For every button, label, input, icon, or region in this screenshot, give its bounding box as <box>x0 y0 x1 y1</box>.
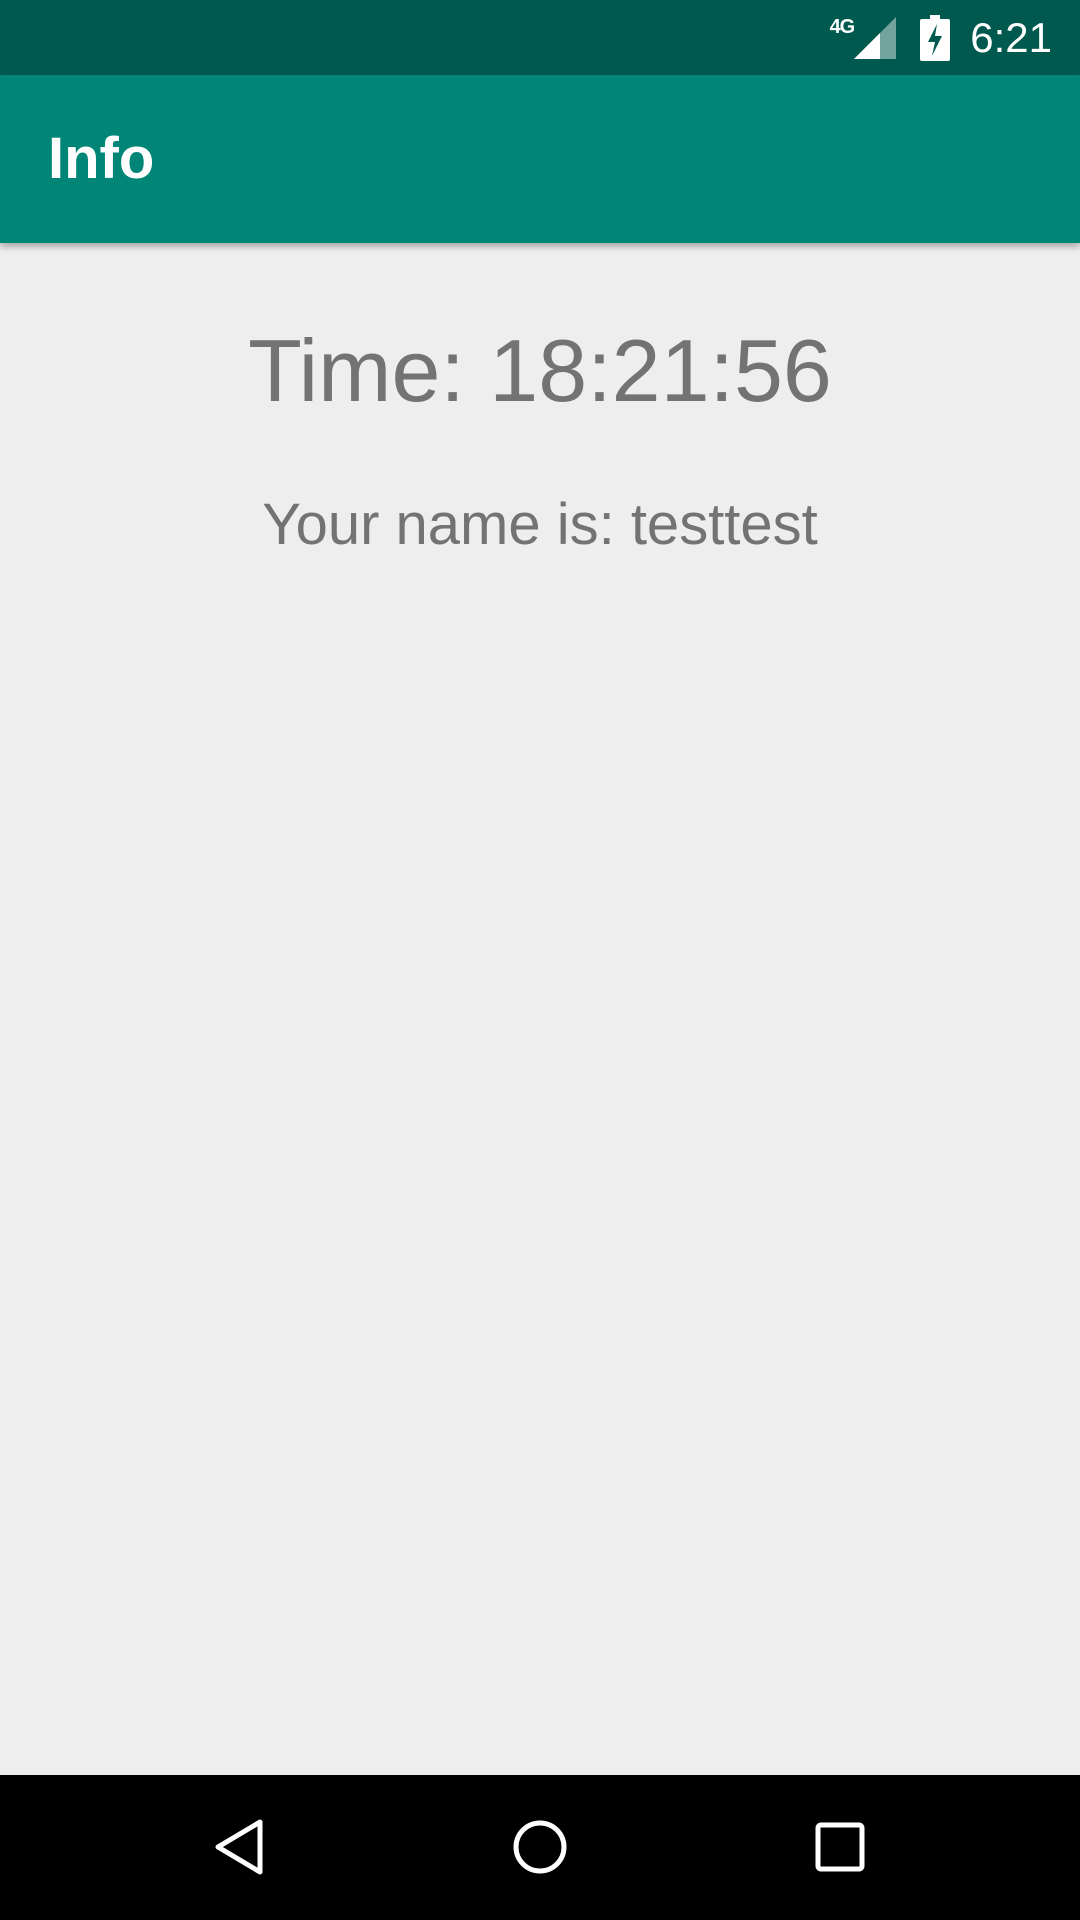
home-button[interactable] <box>490 1797 590 1897</box>
navigation-bar <box>0 1775 1080 1920</box>
time-label: Time: 18:21:56 <box>248 321 832 420</box>
battery-charging-icon <box>920 14 951 61</box>
name-label: Your name is: testtest <box>262 492 818 557</box>
app-bar: Info <box>0 75 1080 243</box>
status-bar: 4G 6:21 <box>0 0 1080 75</box>
status-icons: 4G 6:21 <box>830 0 1052 75</box>
page-title: Info <box>48 126 155 191</box>
back-button[interactable] <box>190 1797 290 1897</box>
back-icon <box>215 1819 263 1875</box>
home-icon <box>513 1820 567 1874</box>
status-clock: 6:21 <box>970 13 1052 61</box>
recents-button[interactable] <box>790 1797 890 1897</box>
recents-icon <box>815 1822 865 1872</box>
main-content: Time: 18:21:56 Your name is: testtest <box>0 243 1080 1775</box>
signal-icon <box>854 16 897 59</box>
network-type-label: 4G <box>829 16 856 38</box>
